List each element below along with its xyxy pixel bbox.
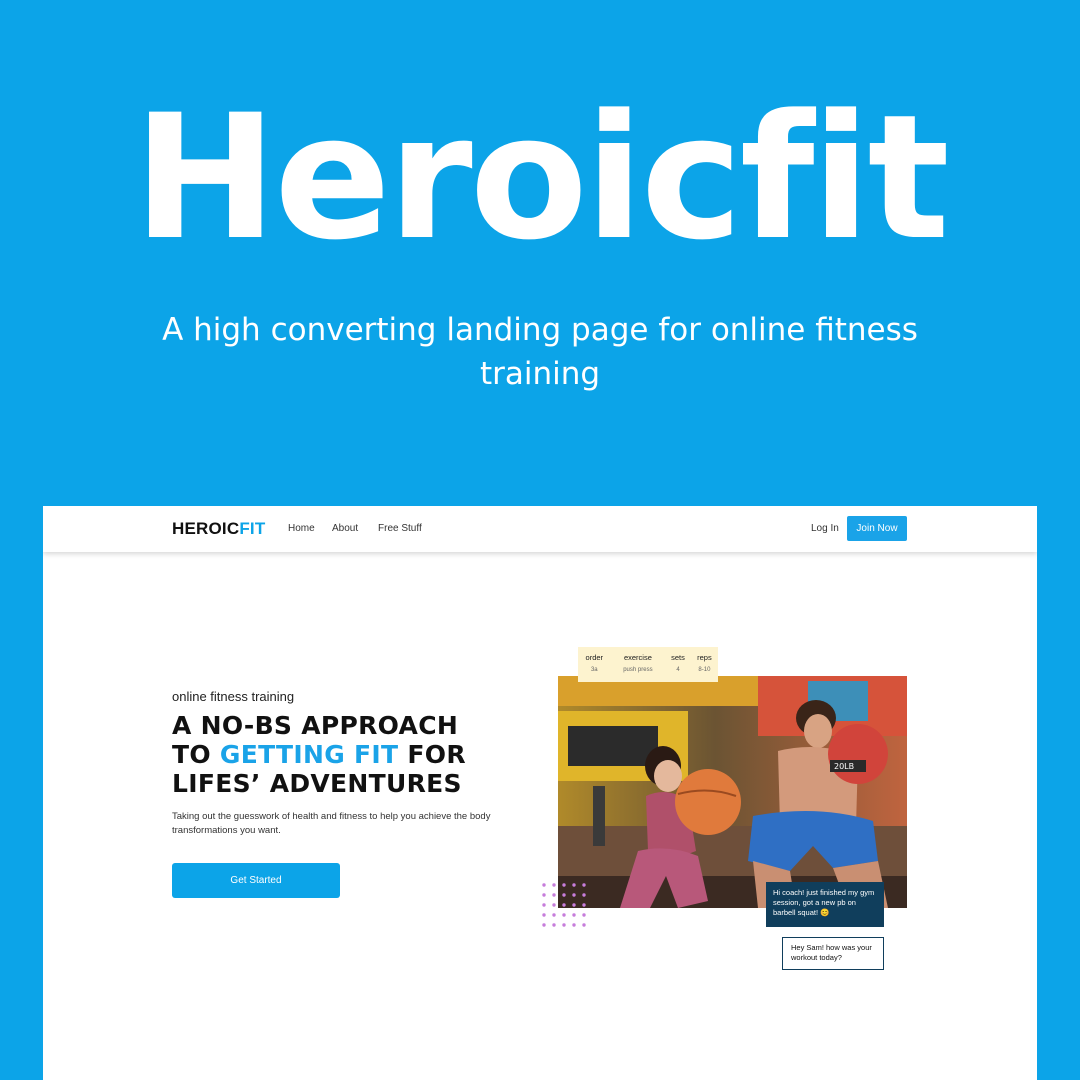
workout-table: order exercise sets reps 3a push press 4… [578,652,718,673]
workout-header-sets: sets [671,653,685,662]
workout-cell-reps: 8-10 [698,667,711,673]
logo-text-main: HEROIC [172,519,240,538]
hero-eyebrow: online fitness training [172,689,295,704]
headline-highlight: GETTING FIT [219,740,399,769]
site-logo[interactable]: HEROICFIT [172,519,265,539]
headline-to: TO [172,740,220,769]
headline-line-3: LIFES’ ADVENTURES [172,769,462,798]
landing-page-preview: HEROICFIT Home About Free Stuff Log In J… [43,506,1037,1080]
join-now-button[interactable]: Join Now [847,516,907,541]
svg-text:20LB: 20LB [834,762,854,771]
chat-bubble-reply: Hey Sam! how was your workout today? [782,937,884,970]
nav-link-about[interactable]: About [332,523,358,534]
chat-bubble-coach: Hi coach! just finished my gym session, … [766,882,884,927]
table-row: 3a push press 4 8-10 [578,663,718,673]
workout-header-exercise: exercise [623,653,652,662]
hero-headline: A NO-BS APPROACH TO GETTING FIT FOR LIFE… [172,711,532,798]
workout-table-card: order exercise sets reps 3a push press 4… [578,647,718,682]
workout-cell-exercise: push press [623,667,653,673]
headline-for: FOR [398,740,466,769]
login-link[interactable]: Log In [811,523,839,534]
workout-photo: 20LB [558,676,907,908]
promo-subtitle: A high converting landing page for onlin… [162,312,918,392]
get-started-button[interactable]: Get Started [172,863,340,898]
workout-header-reps: reps [697,653,712,662]
promo-title: Heroicfit [133,77,950,278]
top-navbar: HEROICFIT Home About Free Stuff Log In J… [43,506,1037,552]
headline-line-2: TO GETTING FIT FOR [172,740,532,769]
workout-header-order: order [585,653,604,662]
workout-cell-order: 3a [590,667,598,673]
decorative-dot-grid [540,881,590,931]
hero-description: Taking out the guesswork of health and f… [172,811,491,836]
headline-line-1: A NO-BS APPROACH [172,711,459,740]
nav-link-home[interactable]: Home [288,523,315,534]
nav-link-free-stuff[interactable]: Free Stuff [378,523,422,534]
workout-cell-sets: 4 [676,667,680,673]
logo-text-accent: FIT [239,519,266,538]
